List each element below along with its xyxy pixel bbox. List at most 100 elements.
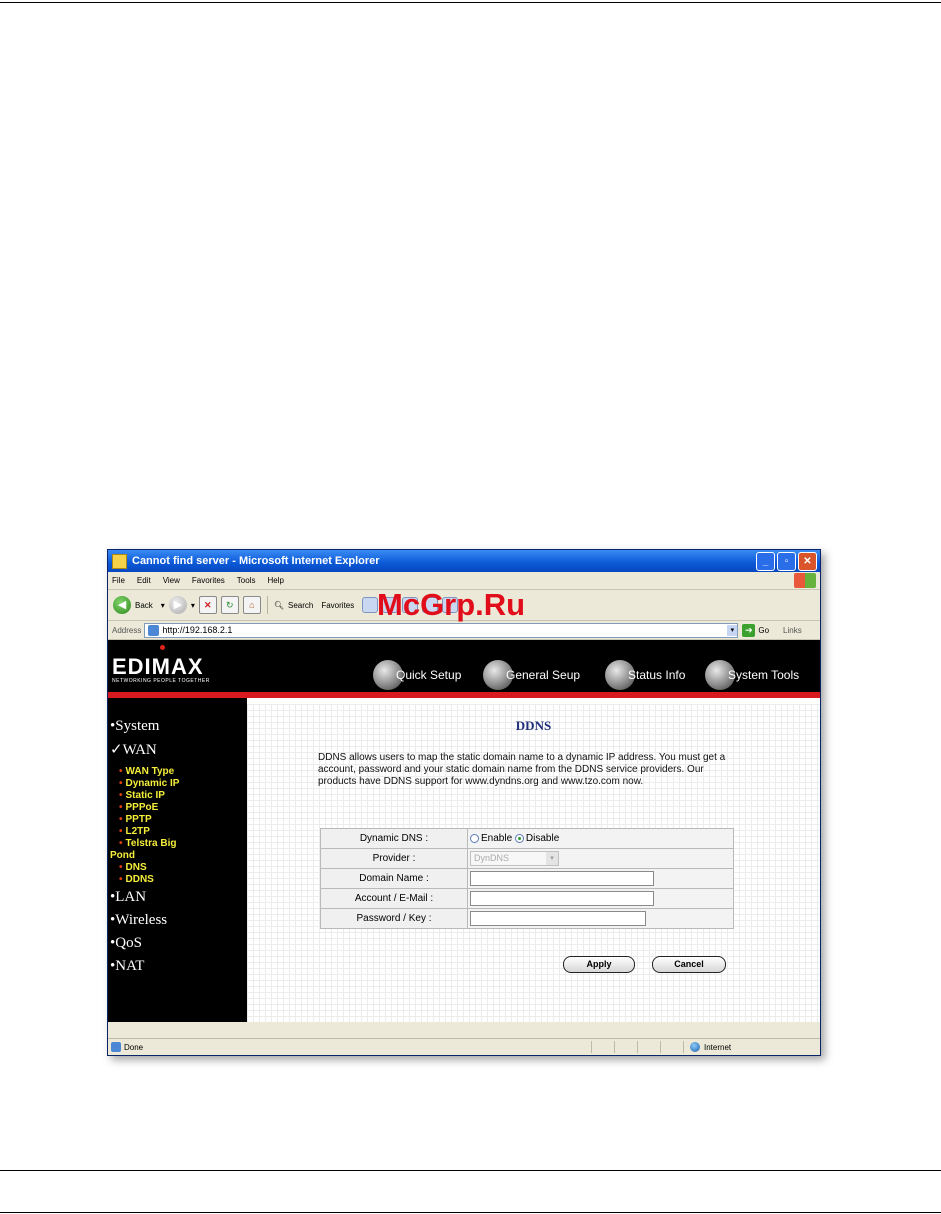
disable-radio[interactable]: [514, 833, 524, 843]
address-label: Address: [112, 625, 142, 635]
nav-system-tools-label: System Tools: [728, 668, 800, 682]
account-label: Account / E-Mail :: [320, 888, 468, 909]
row-provider: Provider : DynDNS ▾: [320, 848, 734, 869]
menu-view[interactable]: View: [163, 576, 180, 585]
maximize-button[interactable]: ▫: [777, 552, 796, 571]
top-rule: [0, 2, 941, 3]
forward-dropdown-icon[interactable]: ▾: [191, 601, 195, 610]
ddns-content: DDNS DDNS allows users to map the static…: [247, 704, 820, 1022]
sidebar-item-qos[interactable]: •QoS: [110, 935, 142, 952]
menu-favorites[interactable]: Favorites: [192, 576, 225, 585]
ddns-form: Dynamic DNS : Enable Disable Provider : …: [320, 828, 734, 929]
bottom-rule-2: [0, 1212, 941, 1213]
status-cell: [660, 1041, 683, 1053]
stop-icon[interactable]: ✕: [198, 596, 217, 614]
chevron-down-icon: ▾: [546, 852, 558, 865]
provider-label: Provider :: [320, 848, 468, 869]
nav-status-info-label: Status Info: [628, 668, 686, 682]
status-cell: [614, 1041, 637, 1053]
sidebar-item-telstra-pond[interactable]: Pond: [110, 850, 135, 861]
sidebar-item-l2tp[interactable]: • L2TP: [119, 826, 150, 837]
edimax-logo: EDIMAX: [112, 654, 204, 679]
minimize-button[interactable]: _: [756, 552, 775, 571]
cancel-button[interactable]: Cancel: [652, 956, 726, 973]
refresh-icon[interactable]: ↻: [220, 596, 239, 614]
title-bar[interactable]: Cannot find server - Microsoft Internet …: [108, 550, 820, 572]
apply-button[interactable]: Apply: [563, 956, 635, 973]
menu-file[interactable]: File: [112, 576, 125, 585]
window-controls: _ ▫ ✕: [756, 552, 817, 571]
ie-app-icon: [112, 553, 127, 569]
page-description: DDNS allows users to map the static doma…: [318, 752, 726, 787]
password-label: Password / Key :: [320, 908, 468, 929]
close-button[interactable]: ✕: [798, 552, 817, 571]
domain-name-cell: [467, 868, 734, 889]
account-cell: [467, 888, 734, 909]
back-dropdown-icon[interactable]: ▾: [161, 601, 165, 610]
enable-label[interactable]: Enable: [481, 833, 512, 844]
sidebar-item-ddns[interactable]: • DDNS: [119, 874, 154, 885]
password-cell: [467, 908, 734, 929]
router-header: EDIMAX NETWORKING PEOPLE TOGETHER Quick …: [108, 640, 820, 698]
sidebar-item-dynamic-ip[interactable]: • Dynamic IP: [119, 778, 179, 789]
menu-help[interactable]: Help: [267, 576, 283, 585]
router-page: EDIMAX NETWORKING PEOPLE TOGETHER Quick …: [108, 640, 820, 1022]
sidebar-item-pppoe[interactable]: • PPPoE: [119, 802, 158, 813]
zone-label: Internet: [704, 1042, 732, 1052]
windows-logo-icon: [794, 573, 816, 588]
favorites-button-label[interactable]: Favorites: [321, 601, 354, 610]
nav-quick-setup[interactable]: Quick Setup: [373, 660, 461, 690]
search-button-label[interactable]: Search: [288, 601, 313, 610]
nav-quick-setup-label: Quick Setup: [396, 668, 462, 682]
page-done-icon: [111, 1042, 121, 1052]
domain-name-input[interactable]: [470, 871, 654, 886]
account-input[interactable]: [470, 891, 654, 906]
go-button[interactable]: ➔ Go: [742, 623, 770, 637]
provider-value: DynDNS: [474, 853, 510, 863]
menu-edit[interactable]: Edit: [137, 576, 151, 585]
home-icon[interactable]: ⌂: [242, 596, 261, 614]
row-account: Account / E-Mail :: [320, 888, 734, 909]
sidebar-item-lan[interactable]: •LAN: [110, 889, 146, 906]
sidebar-item-wan[interactable]: ✓WAN: [110, 740, 157, 759]
page-title: DDNS: [515, 718, 552, 733]
sidebar-item-pptp[interactable]: • PPTP: [119, 814, 152, 825]
links-button[interactable]: Links: [783, 626, 802, 635]
address-input[interactable]: http://192.168.2.1 ▾: [144, 622, 739, 638]
nav-general-setup[interactable]: General Seup: [483, 660, 580, 690]
page-icon: [148, 624, 160, 636]
go-label: Go: [758, 625, 770, 635]
enable-radio[interactable]: [470, 833, 479, 843]
provider-select[interactable]: DynDNS ▾: [470, 851, 559, 866]
security-zone: Internet: [683, 1041, 820, 1053]
disable-label[interactable]: Disable: [526, 833, 559, 844]
internet-globe-icon: [690, 1042, 700, 1052]
sidebar-item-nat[interactable]: •NAT: [110, 958, 144, 975]
status-cells: Internet: [591, 1041, 820, 1053]
address-dropdown-icon[interactable]: ▾: [727, 624, 738, 636]
row-dynamic-dns: Dynamic DNS : Enable Disable: [320, 828, 734, 849]
go-arrow-icon: ➔: [742, 623, 756, 637]
menu-tools[interactable]: Tools: [237, 576, 256, 585]
address-url[interactable]: http://192.168.2.1: [162, 625, 232, 635]
forward-arrow-icon[interactable]: ▶: [168, 596, 187, 614]
nav-system-tools[interactable]: System Tools: [705, 660, 799, 690]
bottom-rule-1: [0, 1170, 941, 1171]
browser-window: Cannot find server - Microsoft Internet …: [107, 549, 821, 1056]
sidebar-item-telstra[interactable]: • Telstra Big: [119, 838, 176, 849]
sidebar-item-dns[interactable]: • DNS: [119, 862, 147, 873]
back-button-label[interactable]: Back: [135, 601, 153, 610]
logo-tagline: NETWORKING PEOPLE TOGETHER: [112, 678, 210, 684]
dynamic-dns-options: Enable Disable: [467, 828, 734, 849]
status-cell: [637, 1041, 660, 1053]
search-icon[interactable]: 🔍︎: [274, 601, 284, 610]
sidebar-item-static-ip[interactable]: • Static IP: [119, 790, 165, 801]
window-title: Cannot find server - Microsoft Internet …: [132, 555, 380, 567]
sidebar-item-system[interactable]: •System: [110, 718, 159, 735]
nav-status-info[interactable]: Status Info: [605, 660, 685, 690]
media-icon[interactable]: [362, 597, 379, 613]
password-input[interactable]: [470, 911, 646, 926]
sidebar-item-wireless[interactable]: •Wireless: [110, 912, 167, 929]
back-arrow-icon[interactable]: ◀: [113, 596, 131, 614]
sidebar-item-wan-type[interactable]: • WAN Type: [119, 766, 174, 777]
